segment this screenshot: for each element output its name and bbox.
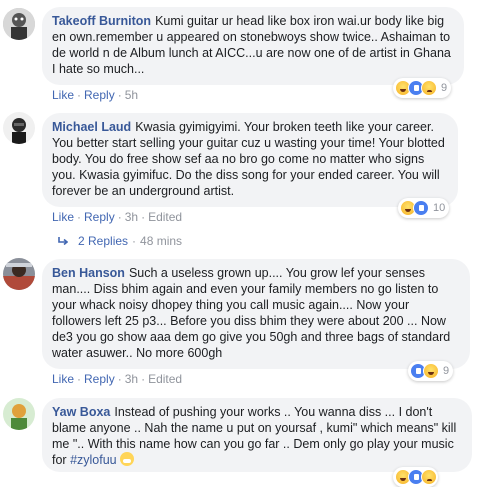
like-button[interactable]: Like: [52, 372, 74, 386]
reactions-summary[interactable]: [393, 467, 438, 487]
haha-icon: [423, 363, 439, 379]
separator: ·: [77, 88, 82, 102]
separator: ·: [141, 372, 146, 386]
avatar[interactable]: [3, 112, 35, 144]
reactions-summary[interactable]: 9: [393, 78, 452, 98]
avatar-image: [3, 258, 35, 290]
avatar[interactable]: [3, 258, 35, 290]
edited-label[interactable]: Edited: [148, 372, 182, 386]
separator: ·: [141, 210, 146, 224]
replies-count[interactable]: 2 Replies: [78, 234, 128, 248]
separator: ·: [77, 210, 82, 224]
avatar[interactable]: [3, 398, 35, 430]
comment-text: Such a useless grown up.... You grow lef…: [52, 266, 451, 360]
avatar[interactable]: [3, 8, 35, 40]
like-button[interactable]: Like: [52, 88, 74, 102]
reactions-summary[interactable]: 10: [398, 198, 450, 218]
comment-actions: Like · Reply · 5h: [52, 88, 138, 102]
comment-author[interactable]: Michael Laud: [52, 120, 131, 134]
view-replies-link[interactable]: 2 Replies · 48 mins: [58, 234, 182, 248]
reaction-count: 9: [443, 365, 450, 377]
separator: ·: [117, 210, 122, 224]
reply-button[interactable]: Reply: [84, 210, 115, 224]
separator: ·: [132, 234, 137, 248]
comment-actions: Like · Reply · 3h · Edited: [52, 372, 182, 386]
comment-actions: Like · Reply · 3h · Edited: [52, 210, 182, 224]
avatar-image: [3, 8, 35, 40]
comment-time[interactable]: 5h: [125, 88, 138, 102]
hashtag-link[interactable]: #zylofuu: [70, 453, 117, 467]
replies-time: 48 mins: [140, 234, 183, 248]
separator: ·: [117, 372, 122, 386]
reaction-count: 10: [433, 202, 446, 214]
comment-author[interactable]: Ben Hanson: [52, 266, 125, 280]
reaction-count: 9: [441, 82, 448, 94]
reply-button[interactable]: Reply: [84, 372, 115, 386]
comment-time[interactable]: 3h: [125, 210, 138, 224]
avatar-image: [3, 398, 35, 430]
reactions-summary[interactable]: 9: [408, 361, 454, 381]
comment-time[interactable]: 3h: [125, 372, 138, 386]
comment-bubble: Michael Laud Kwasia gyimigyimi. Your brok…: [42, 113, 458, 207]
avatar-image: [3, 112, 35, 144]
reply-arrow-icon: [58, 237, 68, 245]
sad-icon: [421, 469, 437, 485]
comment-bubble: Takeoff Burniton Kumi guitar ur head like…: [42, 7, 464, 85]
edited-label[interactable]: Edited: [148, 210, 182, 224]
comment-author[interactable]: Takeoff Burniton: [52, 14, 151, 28]
separator: ·: [77, 372, 82, 386]
comment-author[interactable]: Yaw Boxa: [52, 405, 110, 419]
separator: ·: [117, 88, 122, 102]
reply-button[interactable]: Reply: [84, 88, 115, 102]
face-with-mask-icon: [120, 452, 135, 466]
sad-icon: [421, 80, 437, 96]
comment-bubble: Ben Hanson Such a useless grown up.... Yo…: [42, 259, 470, 369]
like-button[interactable]: Like: [52, 210, 74, 224]
like-reaction-icon: [413, 200, 429, 216]
comment-bubble: Yaw Boxa Instead of pushing your works ..…: [42, 398, 472, 472]
